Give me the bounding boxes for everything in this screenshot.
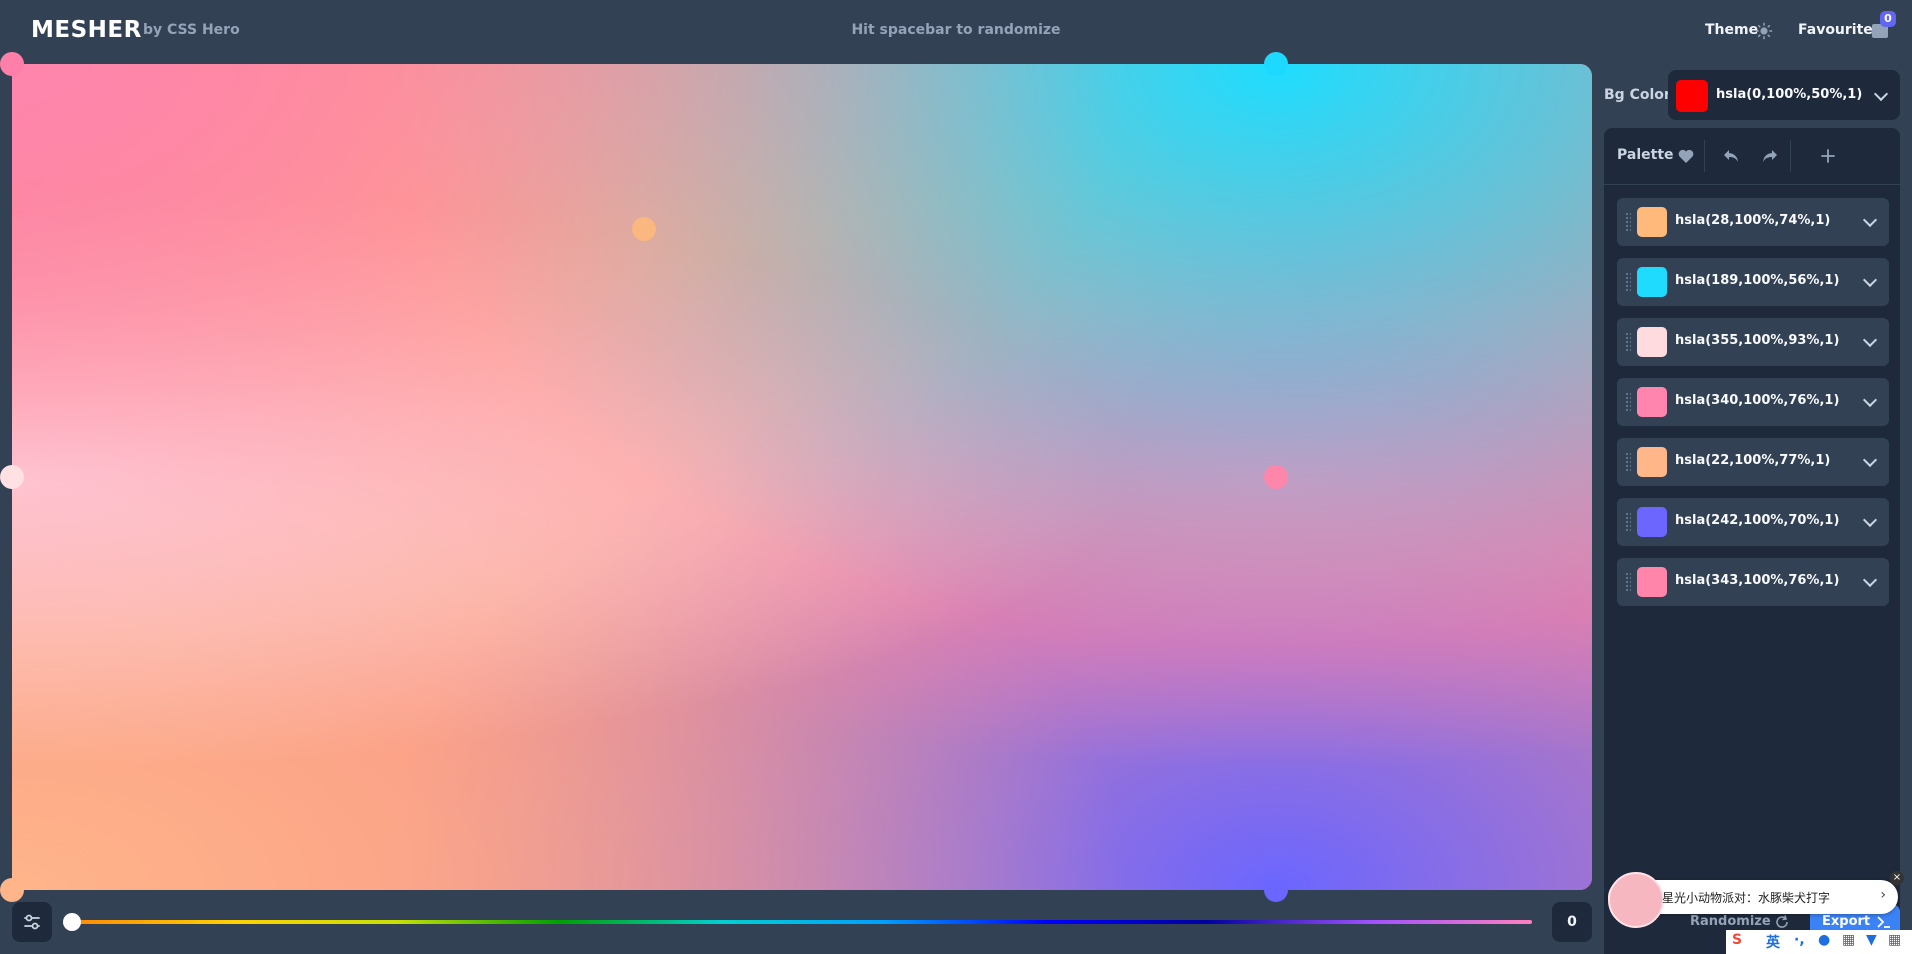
chevron-down-icon[interactable] xyxy=(1862,272,1878,288)
palette-color-row[interactable]: hsla(189,100%,56%,1) xyxy=(1617,258,1889,306)
hue-slider-thumb[interactable] xyxy=(63,913,81,931)
hue-slider-track[interactable] xyxy=(72,920,1532,924)
color-swatch[interactable] xyxy=(1637,387,1667,417)
chevron-down-icon[interactable] xyxy=(1873,86,1889,102)
color-value: hsla(340,100%,76%,1) xyxy=(1675,393,1840,408)
palette-color-row[interactable]: hsla(340,100%,76%,1) xyxy=(1617,378,1889,426)
theme-toggle-label[interactable]: Theme xyxy=(1705,22,1758,38)
color-swatch[interactable] xyxy=(1637,447,1667,477)
color-value: hsla(355,100%,93%,1) xyxy=(1675,333,1840,348)
color-value: hsla(343,100%,76%,1) xyxy=(1675,573,1840,588)
punctuation-icon[interactable]: ·, xyxy=(1794,932,1805,948)
mesh-handle[interactable] xyxy=(1264,52,1288,76)
keyboard-icon[interactable]: ▦ xyxy=(1842,932,1855,948)
palette-title: Palette xyxy=(1617,147,1674,163)
ime-language-toggle[interactable]: 英 xyxy=(1766,932,1780,952)
mascot-avatar xyxy=(1608,872,1664,928)
ime-toolbar: S 英 ·, ● ▦ ▼ ▦ xyxy=(1726,930,1912,954)
color-swatch[interactable] xyxy=(1637,327,1667,357)
color-swatch[interactable] xyxy=(1637,207,1667,237)
mesh-handle[interactable] xyxy=(0,465,24,489)
sliders-icon xyxy=(24,914,40,930)
hue-value: 0 xyxy=(1552,902,1592,942)
palette-color-row[interactable]: hsla(22,100%,77%,1) xyxy=(1617,438,1889,486)
chevron-right-icon[interactable]: › xyxy=(1880,887,1886,903)
mesh-handle[interactable] xyxy=(632,217,656,241)
refresh-icon xyxy=(1776,915,1788,928)
mesh-canvas[interactable] xyxy=(12,64,1592,890)
randomize-hint: Hit spacebar to randomize xyxy=(851,22,1061,38)
grid-icon[interactable]: ▦ xyxy=(1888,932,1901,948)
divider xyxy=(1790,140,1791,172)
chevron-down-icon[interactable] xyxy=(1862,452,1878,468)
shirt-icon[interactable]: ▼ xyxy=(1866,932,1877,948)
mesh-handle[interactable] xyxy=(1264,878,1288,902)
palette-color-row[interactable]: hsla(28,100%,74%,1) xyxy=(1617,198,1889,246)
notification-popup[interactable]: 星光小动物派对：水豚柴犬打字 › xyxy=(1608,872,1898,928)
color-value: hsla(28,100%,74%,1) xyxy=(1675,213,1831,228)
mesh-gradient xyxy=(12,64,1592,890)
randomize-label: Randomize xyxy=(1690,914,1771,929)
chevron-down-icon[interactable] xyxy=(1862,572,1878,588)
palette-panel: Palette hsla(28,100%,74%,1) hsla(189,100… xyxy=(1604,128,1900,954)
redo-icon[interactable] xyxy=(1760,146,1780,166)
chevron-down-icon[interactable] xyxy=(1862,392,1878,408)
close-icon[interactable]: × xyxy=(1890,871,1904,885)
drag-handle-icon[interactable] xyxy=(1625,452,1631,472)
bg-color-picker[interactable]: hsla(0,100%,50%,1) xyxy=(1668,70,1900,120)
drag-handle-icon[interactable] xyxy=(1625,512,1631,532)
favourites-count-badge: 0 xyxy=(1880,11,1896,27)
export-label: Export xyxy=(1822,914,1871,929)
settings-button[interactable] xyxy=(12,902,52,942)
undo-icon[interactable] xyxy=(1721,146,1741,166)
notification-text: 星光小动物派对：水豚柴犬打字 xyxy=(1662,891,1831,905)
chevron-down-icon[interactable] xyxy=(1862,512,1878,528)
heart-icon[interactable] xyxy=(1676,146,1696,166)
palette-color-row[interactable]: hsla(343,100%,76%,1) xyxy=(1617,558,1889,606)
mesh-handle[interactable] xyxy=(0,878,24,902)
color-value: hsla(22,100%,77%,1) xyxy=(1675,453,1831,468)
color-swatch[interactable] xyxy=(1637,267,1667,297)
drag-handle-icon[interactable] xyxy=(1625,272,1631,292)
chevron-down-icon[interactable] xyxy=(1862,332,1878,348)
palette-color-row[interactable]: hsla(242,100%,70%,1) xyxy=(1617,498,1889,546)
mesh-handle[interactable] xyxy=(0,52,24,76)
app-header: MESHER by CSS Hero Hit spacebar to rando… xyxy=(0,0,1912,62)
bg-color-label: Bg Color xyxy=(1604,87,1671,103)
drag-handle-icon[interactable] xyxy=(1625,212,1631,232)
color-swatch[interactable] xyxy=(1637,567,1667,597)
palette-color-row[interactable]: hsla(355,100%,93%,1) xyxy=(1617,318,1889,366)
drag-handle-icon[interactable] xyxy=(1625,392,1631,412)
divider xyxy=(1704,140,1705,172)
color-value: hsla(189,100%,56%,1) xyxy=(1675,273,1840,288)
drag-handle-icon[interactable] xyxy=(1625,572,1631,592)
color-value: hsla(242,100%,70%,1) xyxy=(1675,513,1840,528)
chevron-down-icon[interactable] xyxy=(1862,212,1878,228)
mesh-handle[interactable] xyxy=(1264,465,1288,489)
favourites-button[interactable]: Favourites xyxy=(1798,22,1881,38)
plus-icon[interactable] xyxy=(1818,146,1838,166)
microphone-icon[interactable]: ● xyxy=(1818,932,1830,948)
drag-handle-icon[interactable] xyxy=(1625,332,1631,352)
bg-color-swatch[interactable] xyxy=(1676,80,1708,112)
terminal-icon xyxy=(1877,916,1890,928)
sun-icon[interactable] xyxy=(1755,22,1773,40)
ime-logo-icon[interactable]: S xyxy=(1732,932,1742,948)
bg-color-value: hsla(0,100%,50%,1) xyxy=(1716,87,1863,102)
palette-header: Palette xyxy=(1604,128,1900,185)
color-swatch[interactable] xyxy=(1637,507,1667,537)
